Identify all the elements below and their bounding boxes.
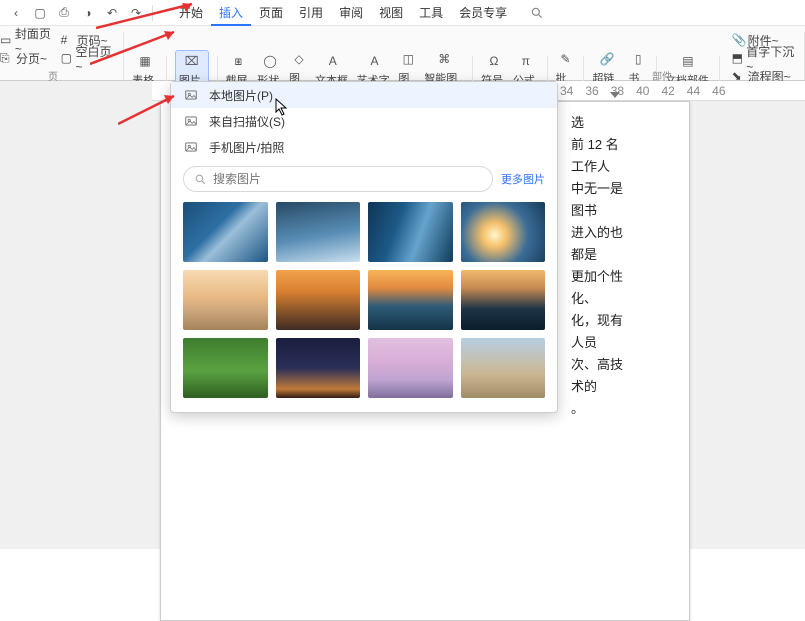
blank-page-icon: ▢ bbox=[61, 51, 74, 65]
page-number-icon: # bbox=[61, 33, 75, 47]
menu-tabs: 开始插入页面引用审阅视图工具会员专享 bbox=[171, 0, 515, 26]
screenshot-icon: ⧆ bbox=[229, 52, 247, 70]
print-icon[interactable]: ⎙ bbox=[52, 3, 76, 23]
image-thumbnail-2[interactable] bbox=[368, 202, 453, 262]
symbol-icon: Ω bbox=[485, 52, 503, 70]
picture-source-scanner[interactable]: 来自扫描仪(S) bbox=[171, 108, 557, 134]
prev-icon[interactable]: ‹ bbox=[4, 3, 28, 23]
wordart-icon: A bbox=[366, 52, 384, 70]
menu-tab-7[interactable]: 会员专享 bbox=[451, 0, 515, 26]
menu-tab-3[interactable]: 引用 bbox=[291, 0, 331, 26]
document-line: 前 12 名工作人 bbox=[571, 134, 629, 178]
image-thumbnail-4[interactable] bbox=[183, 270, 268, 330]
bookmark-icon: ▯ bbox=[629, 50, 647, 68]
menu-tab-4[interactable]: 审阅 bbox=[331, 0, 371, 26]
search-icon[interactable] bbox=[525, 3, 549, 23]
image-thumbnail-grid bbox=[171, 196, 557, 398]
equation-icon: π bbox=[517, 52, 535, 70]
document-text: 选 前 12 名工作人中无一是图书进入的也都是更加个性化、化，现有人员次、高技术… bbox=[571, 112, 629, 420]
document-line: 。 bbox=[571, 398, 629, 420]
document-line: 选 bbox=[571, 112, 629, 134]
annotation-arrow-2 bbox=[90, 26, 190, 66]
section-icon: ⎘ bbox=[0, 51, 14, 65]
textbox-icon: A bbox=[324, 52, 342, 70]
shapes-icon: ◯ bbox=[261, 52, 279, 70]
wrap-part-icon: ▤ bbox=[679, 52, 697, 70]
ruler-mark: 46 bbox=[712, 84, 725, 98]
picture-source-mobile[interactable]: 手机图片/拍照 bbox=[171, 134, 557, 160]
picture-source-local[interactable]: 本地图片(P) bbox=[171, 82, 557, 108]
document-line: 次、高技术的 bbox=[571, 354, 629, 398]
ribbon-section[interactable]: ⎘分页~ bbox=[0, 50, 55, 66]
chart-icon: ◫ bbox=[399, 50, 417, 68]
mouse-cursor bbox=[275, 98, 289, 116]
image-search-input[interactable] bbox=[213, 172, 482, 186]
image-thumbnail-0[interactable] bbox=[183, 202, 268, 262]
annotation-arrow-3 bbox=[118, 92, 188, 126]
ruler-tab-stop[interactable] bbox=[610, 92, 620, 98]
image-thumbnail-8[interactable] bbox=[183, 338, 268, 398]
ruler-mark: 42 bbox=[661, 84, 674, 98]
ruler-mark: 44 bbox=[687, 84, 700, 98]
ribbon-group-table: ▦表格~⌧图片~⧆截屏~◯形状~◇图标A文本框~A艺术字~◫图表⌘智能图形Ω符号… bbox=[124, 32, 805, 80]
document-line: 更加个性化、 bbox=[571, 266, 629, 310]
document-line: 化，现有人员 bbox=[571, 310, 629, 354]
save-icon[interactable]: ▢ bbox=[28, 3, 52, 23]
document-line: 中无一是图书 bbox=[571, 178, 629, 222]
image-thumbnail-1[interactable] bbox=[276, 202, 361, 262]
image-thumbnail-3[interactable] bbox=[461, 202, 546, 262]
image-thumbnail-5[interactable] bbox=[276, 270, 361, 330]
image-thumbnail-10[interactable] bbox=[368, 338, 453, 398]
image-thumbnail-9[interactable] bbox=[276, 338, 361, 398]
menu-tab-6[interactable]: 工具 bbox=[411, 0, 451, 26]
menu-tab-5[interactable]: 视图 bbox=[371, 0, 411, 26]
comment-icon: ✎ bbox=[556, 50, 574, 68]
ruler-mark: 34 bbox=[560, 84, 573, 98]
more-images-link[interactable]: 更多图片 bbox=[501, 171, 545, 187]
image-search-row: 更多图片 bbox=[171, 160, 557, 196]
menu-tab-2[interactable]: 页面 bbox=[251, 0, 291, 26]
ribbon-left-col1: ▭封面页~ ⎘分页~ bbox=[0, 32, 55, 66]
header-footer-icon: ⬒ bbox=[732, 51, 745, 65]
image-search-box[interactable] bbox=[183, 166, 493, 192]
cover-icon: ▭ bbox=[0, 33, 13, 47]
image-thumbnail-11[interactable] bbox=[461, 338, 546, 398]
icons-icon: ◇ bbox=[290, 50, 308, 68]
ribbon-header-footer[interactable]: ⬒首字下沉~ bbox=[732, 50, 796, 66]
image-thumbnail-6[interactable] bbox=[368, 270, 453, 330]
hyperlink-icon: 🔗 bbox=[598, 50, 616, 68]
ribbon-cover[interactable]: ▭封面页~ bbox=[0, 32, 55, 48]
ruler-mark: 40 bbox=[636, 84, 649, 98]
mobile-icon bbox=[183, 139, 199, 155]
ruler-mark: 36 bbox=[585, 84, 598, 98]
smartart-icon: ⌘ bbox=[435, 50, 453, 68]
menu-tab-1[interactable]: 插入 bbox=[211, 0, 251, 26]
document-line: 进入的也都是 bbox=[571, 222, 629, 266]
image-thumbnail-7[interactable] bbox=[461, 270, 546, 330]
insert-picture-panel: 本地图片(P)来自扫描仪(S)手机图片/拍照 更多图片 bbox=[170, 81, 558, 413]
search-icon bbox=[194, 173, 207, 186]
attachment-icon: 📎 bbox=[732, 33, 746, 47]
